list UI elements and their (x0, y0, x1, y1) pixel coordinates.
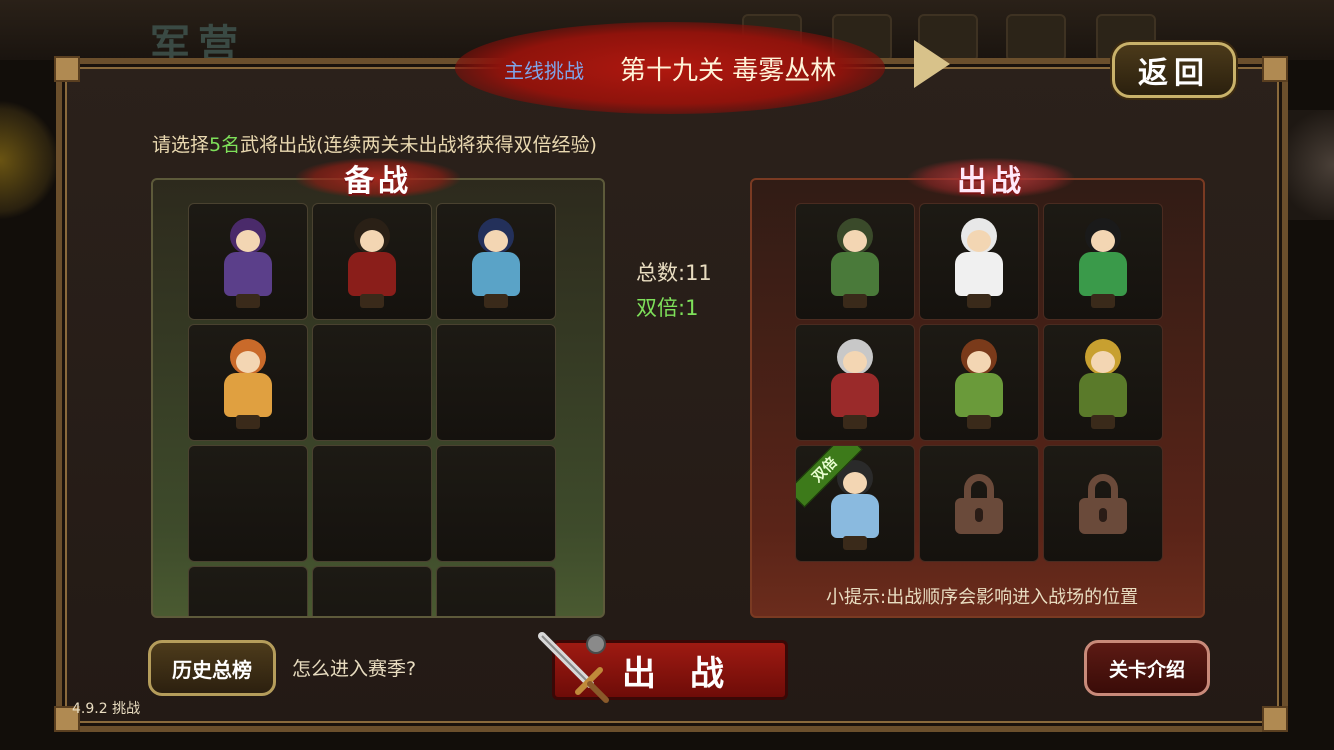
lock-icon (955, 473, 1003, 534)
double-count: 双倍:1 (636, 296, 699, 320)
hero-outfit (955, 251, 1003, 296)
history-ranking-button[interactable]: 历史总榜 (148, 640, 276, 696)
lock-icon (1079, 473, 1127, 534)
locked-slot (919, 445, 1039, 562)
empty-hero-slot[interactable] (312, 566, 432, 616)
hero-legs (1091, 414, 1115, 429)
season-help-link[interactable]: 怎么进入赛季? (292, 654, 416, 681)
battle-tip: 小提示:出战顺序会影响进入战场的位置 (826, 587, 1139, 608)
hero-face (967, 350, 991, 373)
empty-hero-slot[interactable] (436, 566, 556, 616)
return-button[interactable]: 返回 (1112, 42, 1236, 98)
reserve-hero-slot[interactable] (188, 203, 308, 320)
hero-outfit (1079, 372, 1127, 417)
hero-legs (360, 293, 384, 308)
stage-info-button[interactable]: 关卡介绍 (1084, 640, 1210, 696)
hero-legs (843, 293, 867, 308)
battle-hero-slot[interactable] (795, 324, 915, 441)
battle-hero-slot[interactable] (1043, 203, 1163, 320)
reserve-hero-slot[interactable] (312, 203, 432, 320)
frame-corner (1262, 56, 1288, 82)
sword-icon (538, 632, 609, 703)
hero-outfit (831, 251, 879, 296)
locked-slot (1043, 445, 1163, 562)
hero-outfit (348, 251, 396, 296)
battle-hero-slot[interactable] (919, 324, 1039, 441)
instruction-text: 请选择5名武将出战(连续两关未出战将获得双倍经验) (152, 130, 597, 157)
hero-legs (967, 293, 991, 308)
empty-hero-slot[interactable] (436, 445, 556, 562)
stage-title: 第十九关 毒雾丛林 (620, 56, 837, 86)
hero-outfit (224, 372, 272, 417)
hero-legs (484, 293, 508, 308)
lock-hole (975, 507, 983, 522)
hero-face (360, 229, 384, 252)
hero-portrait (208, 212, 288, 312)
hero-legs (967, 414, 991, 429)
version-label: 4.9.2 挑战 (72, 701, 141, 717)
background-decoration (0, 100, 60, 220)
battle-hero-slot[interactable] (919, 203, 1039, 320)
hero-face (484, 229, 508, 252)
battle-hero-slot[interactable] (1043, 324, 1163, 441)
battle-hero-grid: 双倍 (795, 203, 1163, 562)
hero-portrait (939, 212, 1019, 312)
instruction-suffix: 武将出战(连续两关未出战将获得双倍经验) (240, 134, 597, 156)
instruction-prefix: 请选择 (152, 134, 210, 156)
battle-label: 出战 (908, 158, 1074, 199)
hero-portrait (815, 333, 895, 433)
reserve-hero-grid (188, 203, 556, 616)
hero-portrait (815, 212, 895, 312)
hero-outfit (831, 372, 879, 417)
hero-legs (1091, 293, 1115, 308)
hero-legs (236, 293, 260, 308)
empty-hero-slot[interactable] (188, 566, 308, 616)
hero-legs (236, 414, 260, 429)
lock-hole (1099, 507, 1107, 522)
hero-face (843, 350, 867, 373)
hero-outfit (472, 251, 520, 296)
hero-legs (843, 535, 867, 550)
hero-face (1091, 350, 1115, 373)
hero-face (236, 229, 260, 252)
hero-portrait (1063, 212, 1143, 312)
play-arrow-icon[interactable] (914, 40, 950, 88)
hero-face (1091, 229, 1115, 252)
hero-portrait (1063, 333, 1143, 433)
hero-face (236, 350, 260, 373)
frame-corner (1262, 706, 1288, 732)
hero-portrait (456, 212, 536, 312)
hero-portrait (332, 212, 412, 312)
frame-corner (54, 56, 80, 82)
reserve-hero-slot[interactable] (188, 324, 308, 441)
hero-face (843, 471, 867, 494)
hero-outfit (831, 493, 879, 538)
hero-outfit (224, 251, 272, 296)
battle-hero-slot[interactable] (795, 203, 915, 320)
mode-label: 主线挑战 (504, 59, 584, 83)
hero-portrait (939, 333, 1019, 433)
hero-legs (843, 414, 867, 429)
empty-hero-slot[interactable] (436, 324, 556, 441)
empty-hero-slot[interactable] (312, 324, 432, 441)
hero-outfit (955, 372, 1003, 417)
background-menu-icon (1006, 14, 1066, 62)
empty-hero-slot[interactable] (312, 445, 432, 562)
instruction-count: 5名 (209, 134, 241, 156)
hero-portrait (208, 333, 288, 433)
reserve-hero-slot[interactable] (436, 203, 556, 320)
total-count: 总数:11 (636, 261, 712, 285)
reserve-label: 备战 (296, 158, 460, 199)
hero-face (843, 229, 867, 252)
empty-hero-slot[interactable] (188, 445, 308, 562)
battle-hero-slot[interactable]: 双倍 (795, 445, 915, 562)
hero-outfit (1079, 251, 1127, 296)
hero-face (967, 229, 991, 252)
